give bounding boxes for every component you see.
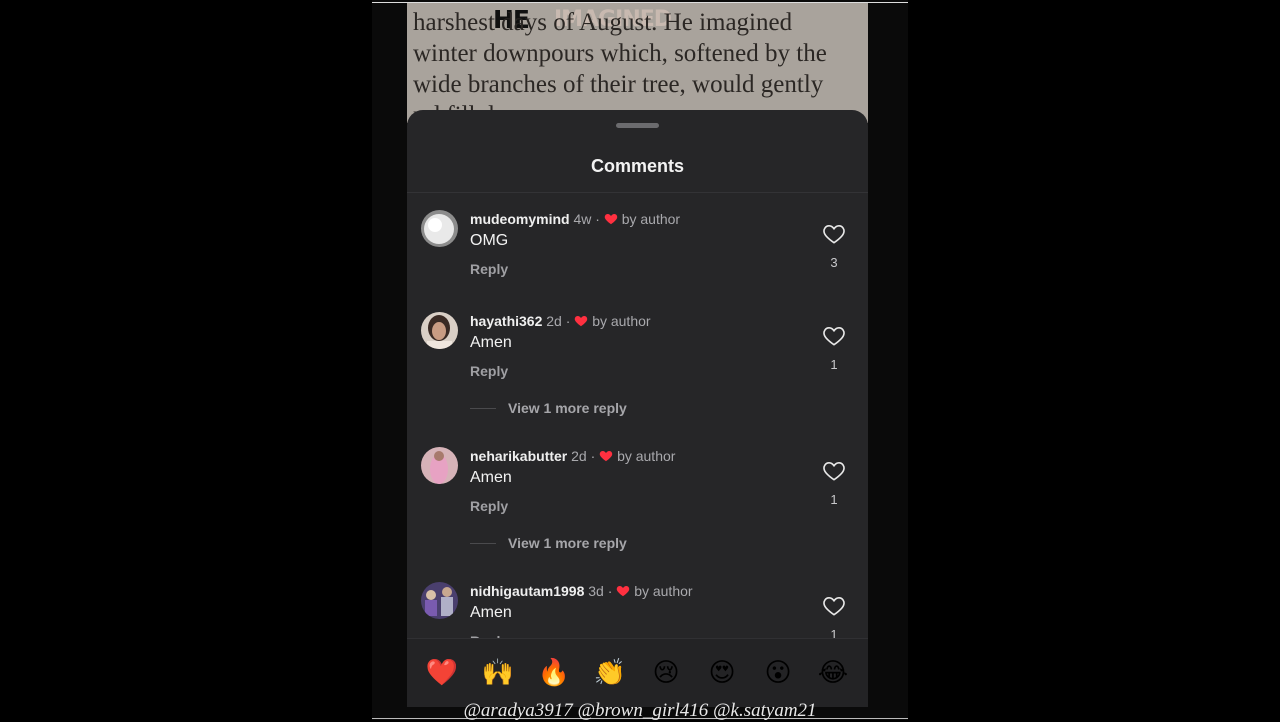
liked-by-author-label: by author bbox=[592, 313, 651, 329]
comment-username[interactable]: nidhigautam1998 bbox=[470, 583, 584, 599]
comment-time: 4w bbox=[573, 211, 592, 227]
author-liked-heart-icon bbox=[599, 449, 613, 463]
drag-handle[interactable] bbox=[616, 123, 659, 128]
liked-by-author-label: by author bbox=[621, 211, 681, 227]
like-count: 1 bbox=[830, 492, 838, 507]
comments-sheet: Comments mudeomymind 4w · by author OMG … bbox=[407, 110, 868, 707]
avatar[interactable] bbox=[421, 447, 458, 484]
liked-by-author-label: by author bbox=[617, 448, 676, 464]
emoji-quick-reactions: ❤️ 🙌 🔥 👏 😢 😍 😮 😂 bbox=[407, 638, 868, 707]
avatar[interactable] bbox=[421, 582, 458, 619]
crying-face-emoji-button[interactable]: 😢 bbox=[649, 656, 683, 690]
reply-button[interactable]: Reply bbox=[470, 498, 508, 514]
like-count: 3 bbox=[830, 255, 838, 270]
laughing-tears-emoji-button[interactable]: 😂 bbox=[816, 656, 850, 690]
credits-watermark: @aradya3917 @brown_girl416 @k.satyam21 bbox=[463, 700, 817, 721]
author-liked-heart-icon bbox=[574, 314, 588, 328]
reply-button[interactable]: Reply bbox=[470, 363, 508, 379]
fire-emoji-button[interactable]: 🔥 bbox=[537, 656, 571, 690]
comment-item: neharikabutter 2d · by author Amen Reply… bbox=[407, 447, 868, 577]
like-heart-icon[interactable] bbox=[823, 224, 845, 244]
view-more-replies[interactable]: View 1 more reply bbox=[470, 535, 627, 553]
comment-text: OMG bbox=[470, 232, 509, 249]
like-heart-icon[interactable] bbox=[823, 461, 845, 481]
like-count: 1 bbox=[830, 357, 838, 372]
view-more-replies-label: View 1 more reply bbox=[508, 400, 627, 416]
red-heart-emoji-button[interactable]: ❤️ bbox=[425, 656, 459, 690]
comment-text: Amen bbox=[470, 469, 512, 486]
clapping-hands-emoji-button[interactable]: 👏 bbox=[593, 656, 627, 690]
reply-thread-line bbox=[470, 543, 496, 545]
raised-hands-emoji-button[interactable]: 🙌 bbox=[481, 656, 515, 690]
comment-text: Amen bbox=[470, 334, 512, 351]
like-heart-icon[interactable] bbox=[823, 596, 845, 616]
author-liked-heart-icon bbox=[616, 584, 630, 598]
comment-item: hayathi362 2d · by author Amen Reply 1 V… bbox=[407, 312, 868, 442]
reply-thread-line bbox=[470, 408, 496, 410]
surprised-face-emoji-button[interactable]: 😮 bbox=[761, 656, 795, 690]
comment-meta: nidhigautam1998 3d · by author bbox=[470, 583, 693, 599]
liked-by-author-label: by author bbox=[634, 583, 693, 599]
comment-meta: mudeomymind 4w · by author bbox=[470, 211, 681, 227]
like-heart-icon[interactable] bbox=[823, 326, 845, 346]
author-liked-heart-icon bbox=[604, 212, 618, 226]
view-more-replies-label: View 1 more reply bbox=[508, 535, 627, 551]
comment-username[interactable]: mudeomymind bbox=[470, 211, 570, 227]
comment-meta: neharikabutter 2d · by author bbox=[470, 448, 676, 464]
comment-time: 2d bbox=[546, 313, 562, 329]
book-line: winter downpours which, softened by the bbox=[413, 40, 827, 67]
comment-text: Amen bbox=[470, 604, 512, 621]
view-more-replies[interactable]: View 1 more reply bbox=[470, 400, 627, 418]
comment-time: 3d bbox=[588, 583, 604, 599]
comment-username[interactable]: hayathi362 bbox=[470, 313, 542, 329]
comment-meta: hayathi362 2d · by author bbox=[470, 313, 651, 329]
comment-username[interactable]: neharikabutter bbox=[470, 448, 567, 464]
book-line: wide branches of their tree, would gentl… bbox=[413, 71, 824, 98]
header-divider bbox=[407, 192, 868, 193]
heart-eyes-emoji-button[interactable]: 😍 bbox=[705, 656, 739, 690]
comment-time: 2d bbox=[571, 448, 587, 464]
reply-button[interactable]: Reply bbox=[470, 261, 508, 277]
avatar[interactable] bbox=[421, 210, 458, 247]
background-book-page: HE IMAGINED harshest days of August. He … bbox=[407, 3, 868, 123]
book-line: harshest days of August. He imagined bbox=[413, 9, 793, 36]
sheet-title: Comments bbox=[590, 156, 684, 176]
avatar[interactable] bbox=[421, 312, 458, 349]
